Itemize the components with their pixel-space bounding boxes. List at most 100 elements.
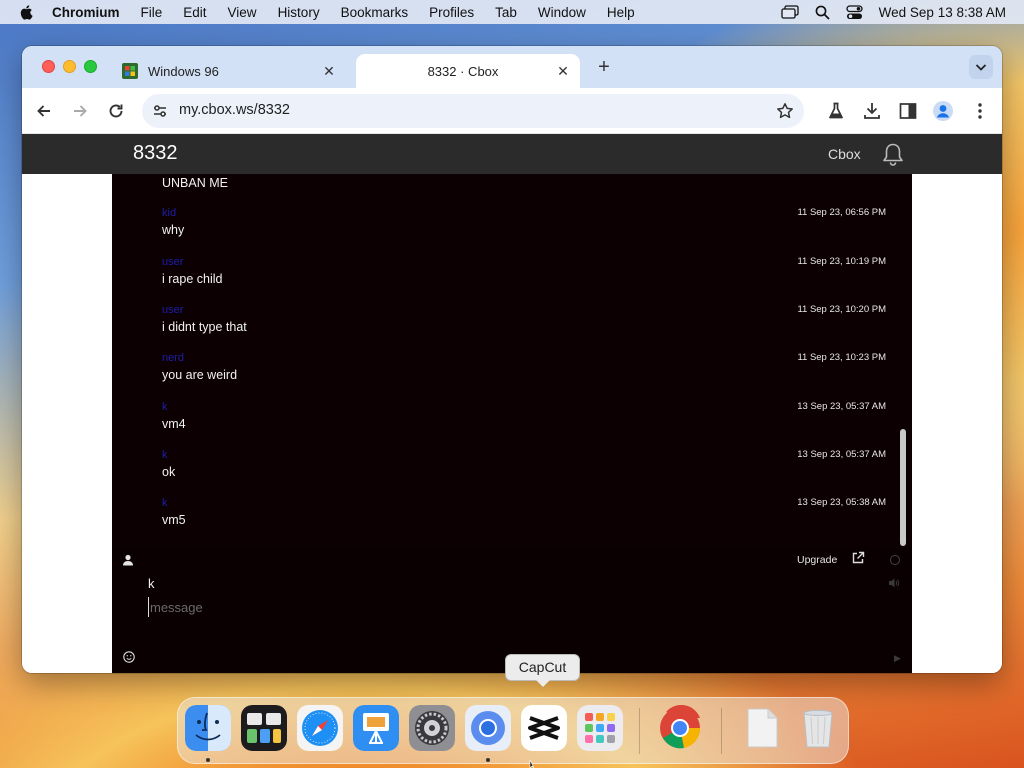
message-item: k 13 Sep 23, 05:38 AM vm5 [162,497,886,537]
message-author[interactable]: nerd [162,352,184,364]
menu-app-name[interactable]: Chromium [52,5,120,20]
message-time: 11 Sep 23, 10:20 PM [797,304,886,315]
message-time: 13 Sep 23, 05:38 AM [797,497,886,508]
keynote-icon[interactable] [353,705,399,751]
close-tab-icon[interactable]: ✕ [554,62,572,80]
user-icon[interactable] [122,554,134,566]
send-arrow-icon[interactable]: ▶ [894,653,901,664]
search-icon[interactable] [815,5,830,20]
labs-flask-icon[interactable] [825,100,847,122]
url-text: my.cbox.ws/8332 [179,102,290,118]
site-header: 8332 Cbox [22,134,1002,174]
chevron-down-icon [975,64,987,71]
message-scrollbar[interactable] [900,429,906,546]
tab-strip: Windows 96 ✕ 8332 · Cbox ✕ + [22,46,1002,88]
mouse-cursor-icon [529,760,535,768]
side-panel-icon[interactable] [897,100,919,122]
site-brand[interactable]: 8332 [133,142,178,165]
tab-search-button[interactable] [969,55,993,79]
message-time: 13 Sep 23, 05:37 AM [797,401,886,412]
window-controls [42,60,97,73]
menu-profiles[interactable]: Profiles [429,5,474,20]
capcut-icon[interactable] [521,705,567,751]
menu-bar: Chromium File Edit View History Bookmark… [0,0,1024,24]
menu-tab[interactable]: Tab [495,5,517,20]
safari-icon[interactable] [297,705,343,751]
menu-bookmarks[interactable]: Bookmarks [341,5,409,20]
tab-windows-96[interactable]: Windows 96 ✕ [114,54,346,88]
menu-help[interactable]: Help [607,5,635,20]
dock-separator [721,708,722,754]
upgrade-link[interactable]: Upgrade [797,554,837,566]
message-text: vm4 [162,417,186,431]
page-content: 8332 Cbox UNBAN ME kid 11 Sep 23, 06:56 … [22,134,1002,673]
back-icon[interactable] [33,100,55,122]
site-info-icon[interactable] [152,103,168,119]
tab-cbox[interactable]: 8332 · Cbox ✕ [356,54,580,88]
bell-icon[interactable] [880,141,906,167]
google-chrome-icon[interactable] [657,705,703,751]
volume-icon[interactable] [888,577,900,589]
forward-icon[interactable] [69,100,91,122]
message-item: user 11 Sep 23, 10:20 PM i didnt type th… [162,304,886,344]
running-indicator [206,758,210,762]
window-switcher-icon[interactable] [781,5,799,19]
finder-icon[interactable] [185,705,231,751]
message-item: UNBAN ME [162,174,886,200]
message-item: kid 11 Sep 23, 06:56 PM why [162,207,886,247]
message-item: user 11 Sep 23, 10:19 PM i rape child [162,256,886,296]
browser-window: Windows 96 ✕ 8332 · Cbox ✕ + my.cbox.ws/… [22,46,1002,673]
control-center-icon[interactable] [846,4,863,20]
menu-edit[interactable]: Edit [183,5,206,20]
menu-view[interactable]: View [228,5,257,20]
trash-icon[interactable] [795,705,841,751]
documents-folder-icon[interactable] [739,705,785,751]
address-bar[interactable]: my.cbox.ws/8332 [142,94,804,128]
reload-icon[interactable] [105,100,127,122]
download-icon[interactable] [861,100,883,122]
dock [177,697,849,764]
menu-window[interactable]: Window [538,5,586,20]
message-author[interactable]: kid [162,207,176,219]
running-indicator [486,758,490,762]
cbox-link[interactable]: Cbox [828,146,861,162]
profile-avatar-icon[interactable] [932,100,954,122]
message-time: 11 Sep 23, 06:56 PM [797,207,886,218]
close-tab-icon[interactable]: ✕ [320,62,338,80]
launchpad-icon[interactable] [577,705,623,751]
message-item: k 13 Sep 23, 05:37 AM vm4 [162,401,886,441]
nickname-field[interactable]: k [148,576,155,591]
external-link-icon[interactable] [851,551,865,565]
message-author[interactable]: user [162,304,183,316]
chromium-icon[interactable] [465,705,511,751]
message-author[interactable]: k [162,449,168,461]
message-input[interactable] [148,597,748,617]
message-text: vm5 [162,513,186,527]
apple-icon[interactable] [18,3,36,21]
menu-file[interactable]: File [141,5,163,20]
system-settings-icon[interactable] [409,705,455,751]
browser-toolbar: my.cbox.ws/8332 [22,88,1002,134]
close-window-button[interactable] [42,60,55,73]
more-menu-icon[interactable] [969,100,991,122]
chat-box: UNBAN ME kid 11 Sep 23, 06:56 PM why use… [112,174,912,673]
message-author[interactable]: user [162,256,183,268]
message-item: k 13 Sep 23, 05:37 AM ok [162,449,886,489]
zoom-window-button[interactable] [84,60,97,73]
menubar-datetime[interactable]: Wed Sep 13 8:38 AM [879,5,1006,20]
message-text: i rape child [162,272,223,286]
message-item: nerd 11 Sep 23, 10:23 PM you are weird [162,352,886,392]
tab-title: 8332 · Cbox [427,63,499,79]
message-list: UNBAN ME kid 11 Sep 23, 06:56 PM why use… [112,174,898,547]
message-time: 13 Sep 23, 05:37 AM [797,449,886,460]
message-author[interactable]: k [162,497,168,509]
menu-history[interactable]: History [278,5,320,20]
message-author[interactable]: k [162,401,168,413]
message-text: UNBAN ME [162,176,228,190]
new-tab-button[interactable]: + [594,57,614,78]
status-indicator [890,555,900,565]
minimize-window-button[interactable] [63,60,76,73]
mission-control-icon[interactable] [241,705,287,751]
emoji-icon[interactable] [123,651,135,663]
bookmark-star-icon[interactable] [776,102,794,120]
